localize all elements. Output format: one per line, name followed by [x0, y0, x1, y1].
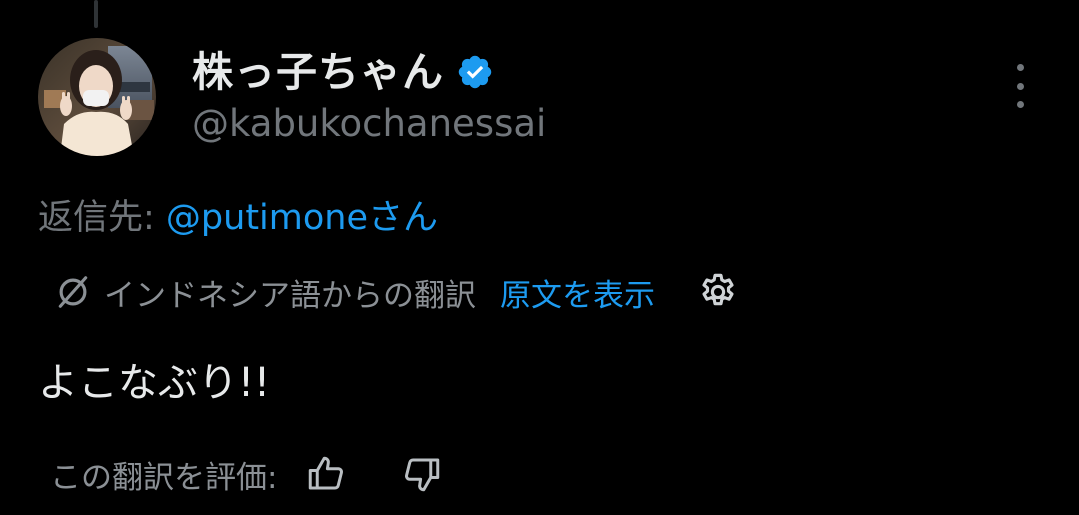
rate-translation-label: この翻訳を評価: [50, 459, 278, 496]
gear-icon[interactable] [697, 271, 739, 313]
thumbs-down-icon[interactable] [401, 453, 443, 495]
author-handle[interactable]: @kabukochanessai [192, 98, 546, 150]
verified-badge-icon [458, 55, 492, 89]
display-name[interactable]: 株っ子ちゃん [192, 44, 444, 100]
thumbs-up-icon[interactable] [305, 453, 347, 495]
replying-to: 返信先: @putimoneさん [38, 192, 438, 244]
author-name-row[interactable]: 株っ子ちゃん [192, 44, 494, 100]
post-text: よこなぶり!! [38, 360, 271, 406]
avatar-image [38, 38, 156, 156]
translation-bar: インドネシア語からの翻訳 原文を表示 [54, 266, 739, 318]
more-options-button[interactable] [1000, 64, 1040, 108]
thread-connector-line [94, 0, 98, 28]
tweet-detail: 株っ子ちゃん @kabukochanessai 返信先: @putimoneさん… [0, 0, 1079, 515]
more-vertical-icon [1016, 64, 1024, 71]
translation-source-label: インドネシア語からの翻訳 [104, 277, 476, 314]
replying-to-label: 返信先: [38, 198, 166, 238]
show-original-link[interactable]: 原文を表示 [500, 270, 655, 315]
avatar[interactable] [38, 38, 156, 156]
rate-translation-bar: この翻訳を評価: [50, 448, 443, 500]
translate-slash-icon [58, 276, 88, 308]
replying-to-mention-link[interactable]: @putimoneさん [166, 198, 438, 238]
